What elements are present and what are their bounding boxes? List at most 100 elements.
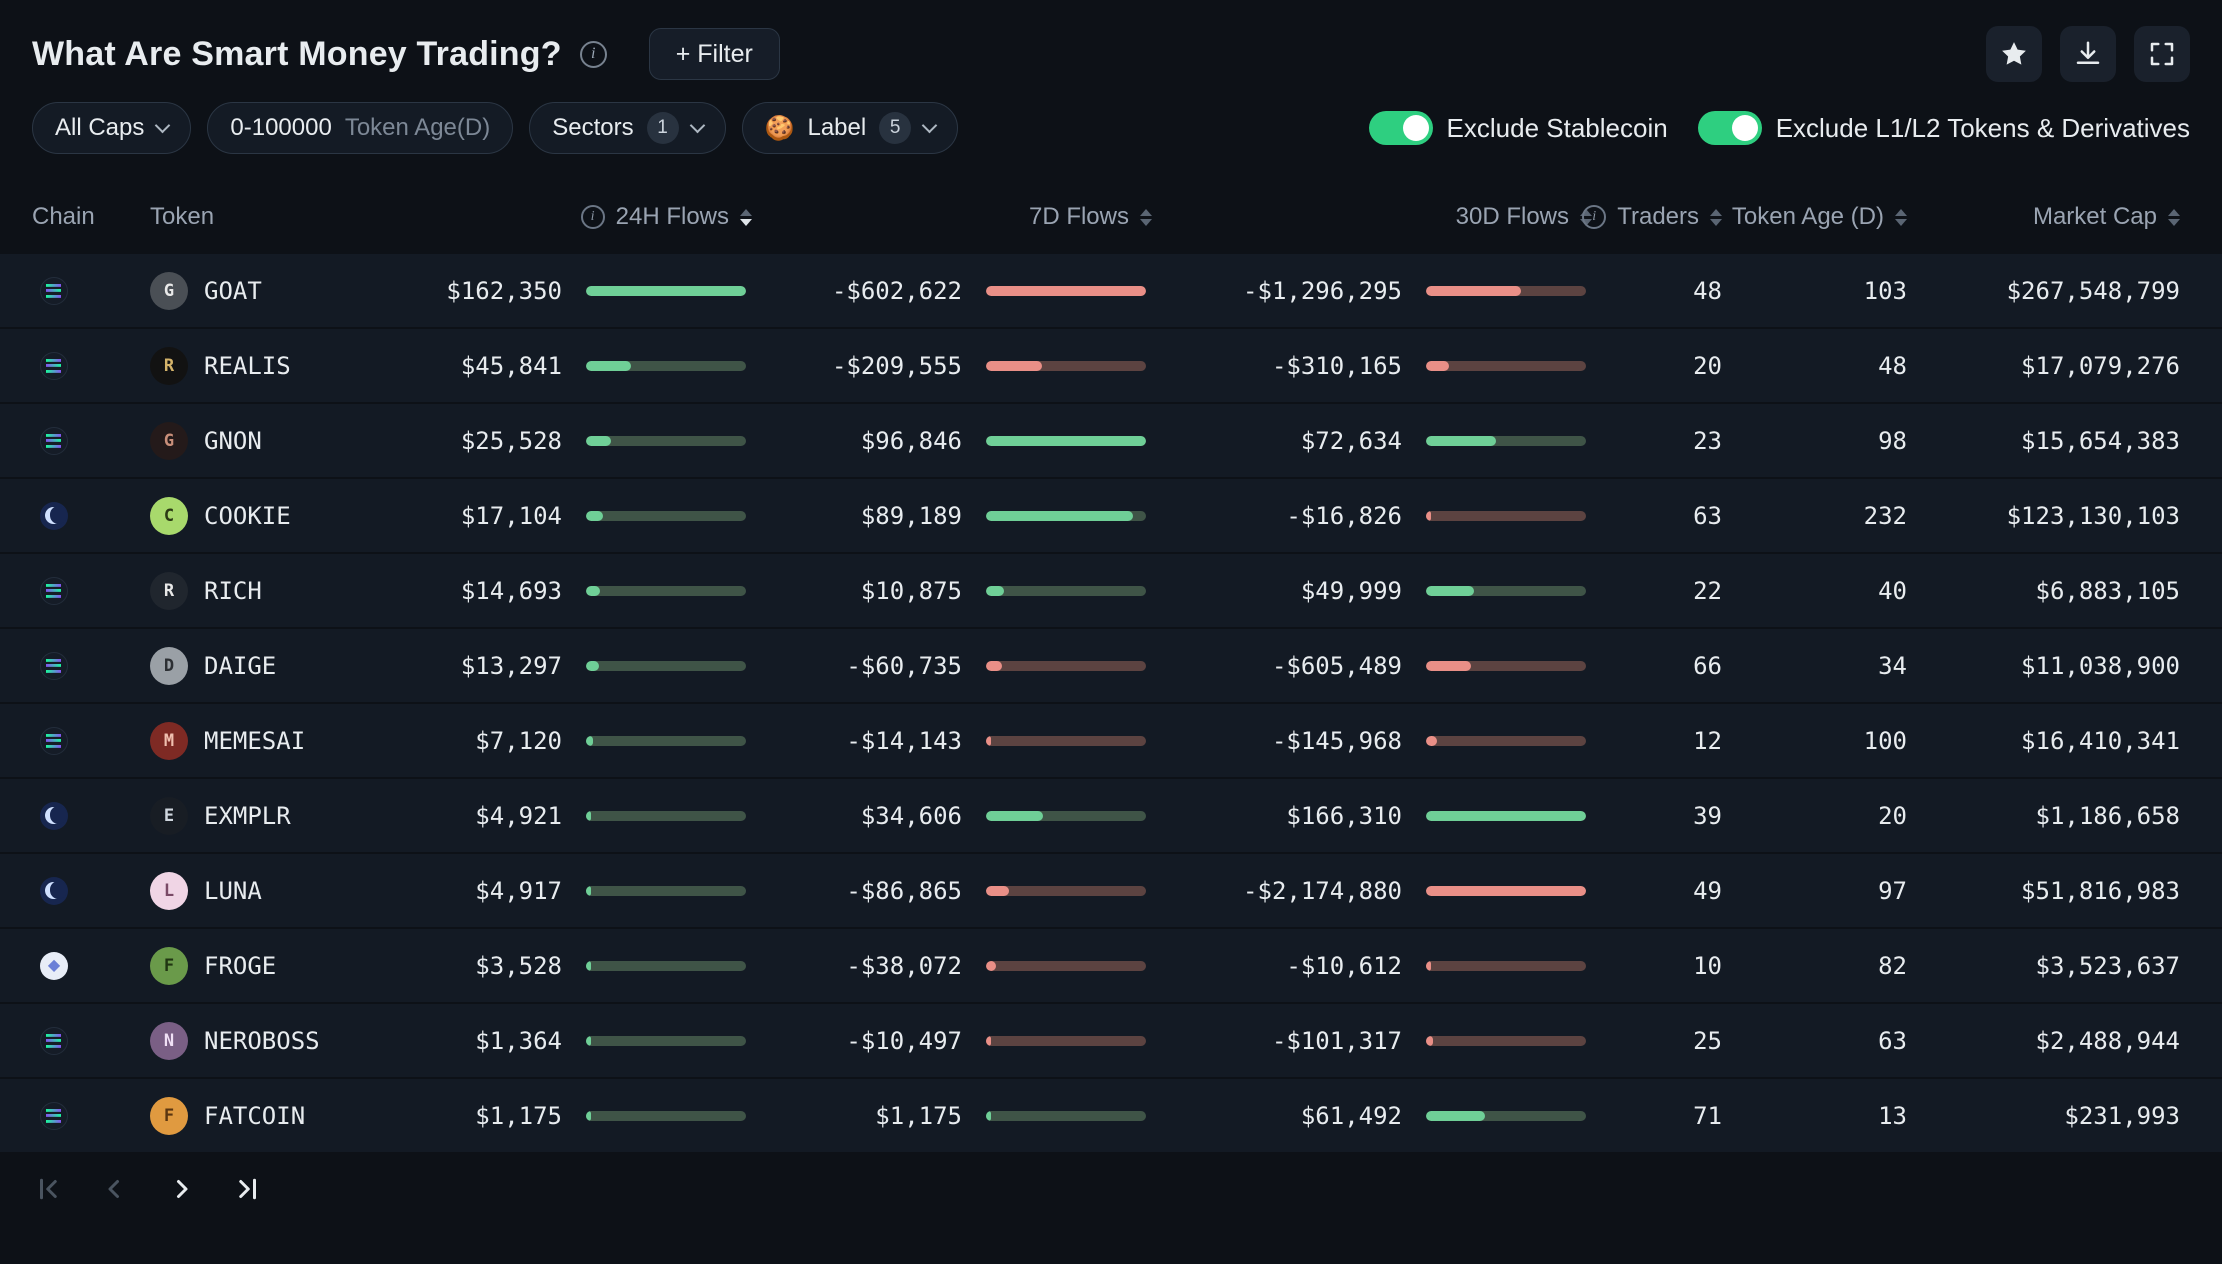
- flow-7d-bar: [986, 885, 1146, 896]
- token-name: NEROBOSS: [204, 1026, 320, 1055]
- flow-30d-value: $61,492: [1300, 1101, 1402, 1130]
- sectors-dropdown[interactable]: Sectors 1: [529, 102, 726, 154]
- token-age-filter[interactable]: 0-100000 Token Age(D): [207, 102, 514, 154]
- next-page-button[interactable]: [166, 1174, 196, 1204]
- flow-30d-value: $49,999: [1300, 576, 1402, 605]
- token-age-value: 97: [1878, 876, 1907, 905]
- info-icon[interactable]: [1582, 205, 1607, 229]
- sort-icon[interactable]: [1895, 208, 1907, 226]
- previous-page-button[interactable]: [100, 1174, 130, 1204]
- column-header-30d-flows[interactable]: 30D Flows: [1152, 203, 1592, 231]
- token-age-value: 63: [1878, 1026, 1907, 1055]
- token-age-value: 40: [1878, 576, 1907, 605]
- table-row[interactable]: F FATCOIN $1,175 $1,175 $61,492 71 13 $2…: [0, 1079, 2222, 1154]
- sort-icon[interactable]: [2168, 208, 2180, 226]
- flow-24h-value: $4,921: [475, 801, 562, 830]
- label-dropdown[interactable]: 🍪 Label 5: [741, 102, 959, 154]
- info-icon[interactable]: [580, 205, 605, 229]
- traders-header-label: Traders: [1617, 203, 1699, 230]
- token-age-value: 0-100000: [230, 114, 332, 141]
- flow-30d-bar: [1426, 735, 1586, 746]
- market-cap-value: $6,883,105: [2035, 576, 2181, 605]
- column-header-market-cap[interactable]: Market Cap: [1907, 203, 2180, 231]
- table-row[interactable]: G GOAT $162,350 -$602,622 -$1,296,295 48…: [0, 254, 2222, 329]
- market-cap-value: $15,654,383: [2021, 426, 2180, 455]
- exclude-stablecoin-toggle[interactable]: [1368, 111, 1433, 145]
- star-icon: [2002, 42, 2026, 65]
- table-row[interactable]: C COOKIE $17,104 $89,189 -$16,826 63 232…: [0, 479, 2222, 554]
- traders-value: 25: [1693, 1026, 1722, 1055]
- flow-30d-value: -$101,317: [1271, 1026, 1402, 1055]
- flow-7d-value: -$209,555: [831, 351, 962, 380]
- token-icon: F: [150, 946, 188, 985]
- filter-button[interactable]: + Filter: [648, 28, 780, 80]
- exclude-l1l2-toggle[interactable]: [1697, 111, 1762, 145]
- pagination: [0, 1154, 2222, 1224]
- first-page-button[interactable]: [34, 1174, 64, 1204]
- column-header-7d-flows[interactable]: 7D Flows: [752, 203, 1152, 231]
- sectors-label: Sectors: [552, 114, 634, 141]
- traders-value: 20: [1693, 351, 1722, 380]
- token-age-value: 82: [1878, 951, 1907, 980]
- chevron-down-icon: [155, 117, 171, 133]
- flow-30d-value: -$310,165: [1271, 351, 1402, 380]
- flow-24h-value: $1,175: [475, 1101, 562, 1130]
- table-row[interactable]: G GNON $25,528 $96,846 $72,634 23 98 $15…: [0, 404, 2222, 479]
- flow-7d-bar: [986, 435, 1146, 446]
- flow-7d-value: -$14,143: [846, 726, 962, 755]
- sort-icon[interactable]: [1710, 208, 1722, 226]
- column-header-traders[interactable]: Traders: [1582, 203, 1722, 231]
- token-name: MEMESAI: [204, 726, 306, 755]
- table-row[interactable]: M MEMESAI $7,120 -$14,143 -$145,968 12 1…: [0, 704, 2222, 779]
- table-row[interactable]: D DAIGE $13,297 -$60,735 -$605,489 66 34…: [0, 629, 2222, 704]
- flow-30d-bar: [1426, 1035, 1586, 1046]
- topbar: What Are Smart Money Trading? + Filter: [0, 0, 2222, 92]
- sort-icon[interactable]: [1140, 208, 1152, 226]
- fullscreen-icon: [2150, 42, 2174, 66]
- chain-header-label: Chain: [32, 203, 95, 230]
- download-button[interactable]: [2060, 26, 2116, 82]
- column-header-24h-flows[interactable]: 24H Flows: [402, 203, 752, 231]
- flow-30d-value: -$10,612: [1286, 951, 1402, 980]
- flow-30d-value: $166,310: [1286, 801, 1402, 830]
- 24h-flows-header-label: 24H Flows: [615, 203, 729, 230]
- flow-7d-bar: [986, 660, 1146, 671]
- favorite-button[interactable]: [1986, 26, 2042, 82]
- flow-30d-value: -$16,826: [1286, 501, 1402, 530]
- flow-7d-value: -$86,865: [846, 876, 962, 905]
- fullscreen-button[interactable]: [2134, 26, 2190, 82]
- title-info-icon[interactable]: [579, 40, 607, 68]
- table-row[interactable]: R REALIS $45,841 -$209,555 -$310,165 20 …: [0, 329, 2222, 404]
- last-page-button[interactable]: [232, 1174, 262, 1204]
- flow-24h-value: $13,297: [460, 651, 562, 680]
- market-cap-value: $123,130,103: [2006, 501, 2180, 530]
- filter-chips: All Caps 0-100000 Token Age(D) Sectors 1…: [32, 102, 959, 154]
- flow-30d-value: $72,634: [1300, 426, 1402, 455]
- 7d-flows-header-label: 7D Flows: [1028, 203, 1129, 230]
- token-icon: L: [150, 871, 188, 910]
- flow-30d-value: -$1,296,295: [1243, 276, 1402, 305]
- flow-24h-value: $3,528: [475, 951, 562, 980]
- token-name: FROGE: [204, 951, 277, 980]
- flow-7d-value: $1,175: [875, 1101, 962, 1130]
- chain-icon: [40, 576, 68, 605]
- flow-30d-bar: [1426, 285, 1586, 296]
- column-header-token-age[interactable]: Token Age (D): [1722, 203, 1907, 231]
- flow-30d-bar: [1426, 660, 1586, 671]
- first-page-icon: [40, 1178, 57, 1200]
- flow-24h-bar: [586, 885, 746, 896]
- page-title: What Are Smart Money Trading?: [32, 34, 562, 73]
- table-row[interactable]: E EXMPLR $4,921 $34,606 $166,310 39 20 $…: [0, 779, 2222, 854]
- table-row[interactable]: R RICH $14,693 $10,875 $49,999 22 40 $6,…: [0, 554, 2222, 629]
- token-age-value: 232: [1863, 501, 1907, 530]
- table-row[interactable]: L LUNA $4,917 -$86,865 -$2,174,880 49 97…: [0, 854, 2222, 929]
- flow-24h-bar: [586, 510, 746, 521]
- table-row[interactable]: N NEROBOSS $1,364 -$10,497 -$101,317 25 …: [0, 1004, 2222, 1079]
- all-caps-dropdown[interactable]: All Caps: [32, 102, 192, 154]
- flow-7d-bar: [986, 810, 1146, 821]
- flow-24h-bar: [586, 960, 746, 971]
- traders-value: 63: [1693, 501, 1722, 530]
- table-row[interactable]: F FROGE $3,528 -$38,072 -$10,612 10 82 $…: [0, 929, 2222, 1004]
- sort-icon[interactable]: [740, 208, 752, 226]
- flow-30d-bar: [1426, 810, 1586, 821]
